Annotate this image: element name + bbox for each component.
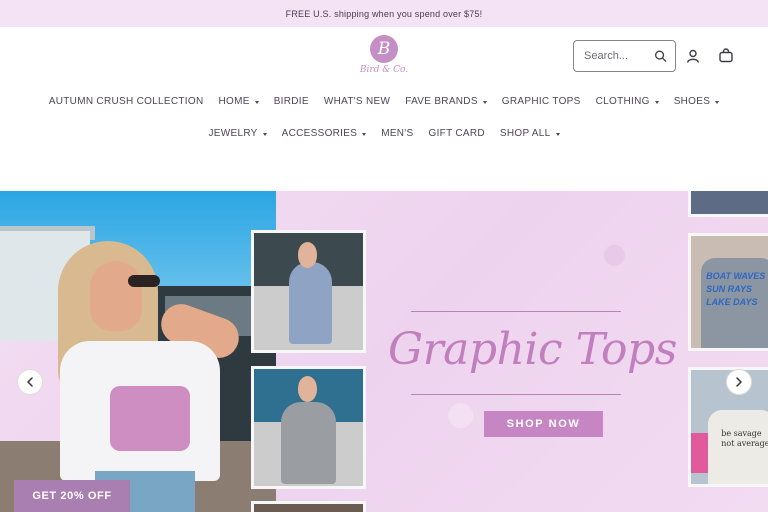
- search-input[interactable]: [584, 50, 654, 62]
- main-nav-row-2: JEWELRY ACCESSORIES MEN'S GIFT CARD SHOP…: [0, 128, 768, 139]
- logo-mark: B: [370, 35, 398, 63]
- site-header: B Bird & Co. AUTUMN CRUSH COLLECTION HOM…: [0, 27, 768, 191]
- chevron-left-icon: [27, 377, 33, 387]
- carousel-next-button[interactable]: [726, 369, 752, 395]
- product-photo-thumb: [251, 230, 366, 353]
- product-photo-thumb: [251, 501, 366, 512]
- nav-item-graphic-tops[interactable]: GRAPHIC TOPS: [502, 96, 581, 107]
- announcement-bar: FREE U.S. shipping when you spend over $…: [0, 0, 768, 27]
- chevron-down-icon: [262, 132, 267, 136]
- hero-banner[interactable]: BOAT WAVES SUN RAYS LAKE DAYS be savage …: [0, 191, 768, 512]
- nav-item-fave-brands[interactable]: FAVE BRANDS: [405, 96, 487, 107]
- account-icon[interactable]: [685, 48, 701, 64]
- logo[interactable]: B Bird & Co.: [354, 35, 414, 83]
- logo-text: Bird & Co.: [359, 65, 409, 75]
- nav-item-jewelry[interactable]: JEWELRY: [208, 128, 267, 139]
- chevron-down-icon: [362, 132, 367, 136]
- chevron-down-icon: [654, 100, 659, 104]
- nav-item-accessories[interactable]: ACCESSORIES: [282, 128, 367, 139]
- chevron-down-icon: [715, 100, 720, 104]
- product-photo-thumb: [688, 191, 768, 217]
- search-box[interactable]: [573, 40, 676, 72]
- chevron-down-icon: [555, 132, 560, 136]
- chevron-down-icon: [482, 100, 487, 104]
- nav-item-autumn-crush[interactable]: AUTUMN CRUSH COLLECTION: [49, 96, 204, 107]
- search-icon[interactable]: [654, 49, 667, 63]
- chevron-down-icon: [254, 100, 259, 104]
- nav-item-home[interactable]: HOME: [218, 96, 259, 107]
- nav-item-mens[interactable]: MEN'S: [381, 128, 413, 139]
- nav-item-whats-new[interactable]: WHAT'S NEW: [324, 96, 390, 107]
- main-nav-row-1: AUTUMN CRUSH COLLECTION HOME BIRDIE WHAT…: [0, 96, 768, 107]
- nav-item-shoes[interactable]: SHOES: [674, 96, 720, 107]
- nav-item-shop-all[interactable]: SHOP ALL: [500, 128, 560, 139]
- chevron-right-icon: [736, 377, 742, 387]
- nav-item-gift-card[interactable]: GIFT CARD: [429, 128, 485, 139]
- promo-popup-button[interactable]: GET 20% OFF: [14, 480, 130, 512]
- cart-icon[interactable]: [718, 48, 734, 64]
- product-photo-thumb: BOAT WAVES SUN RAYS LAKE DAYS: [688, 233, 768, 351]
- nav-item-clothing[interactable]: CLOTHING: [596, 96, 659, 107]
- announcement-text: FREE U.S. shipping when you spend over $…: [285, 8, 483, 19]
- title-divider-bottom: [411, 394, 621, 395]
- hero-title: Graphic Tops: [388, 324, 677, 375]
- nav-item-birdie[interactable]: BIRDIE: [274, 96, 309, 107]
- shop-now-button[interactable]: SHOP NOW: [484, 411, 603, 437]
- product-photo-thumb: [251, 366, 366, 489]
- hero-main-photo: [0, 191, 276, 512]
- title-divider-top: [411, 311, 621, 312]
- carousel-prev-button[interactable]: [17, 369, 43, 395]
